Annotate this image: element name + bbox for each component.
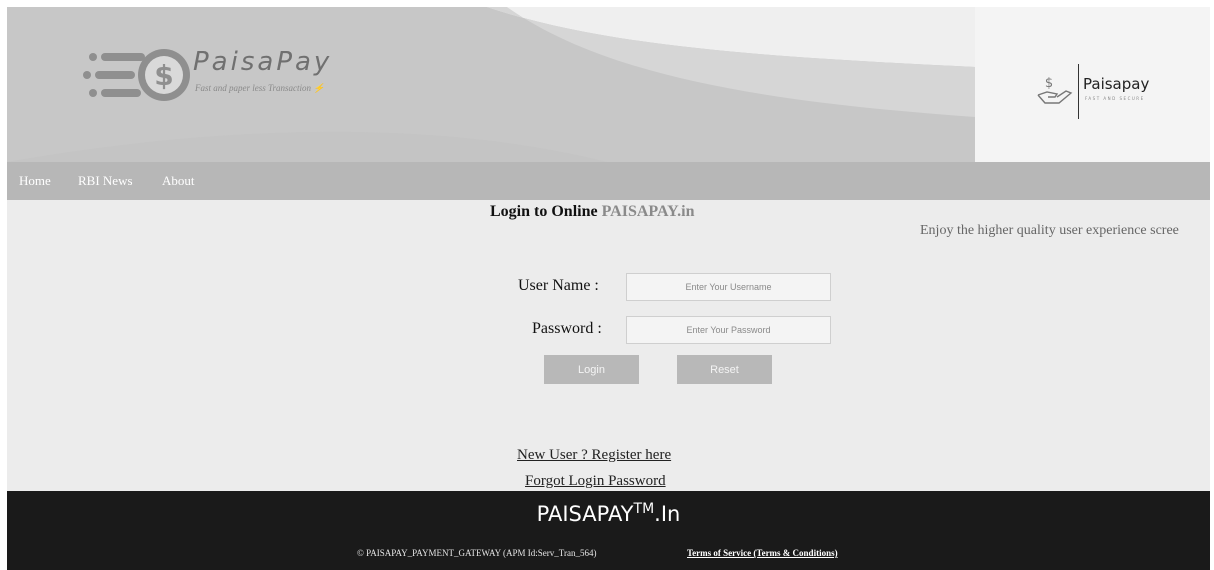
logo-title: PaisaPay — [193, 47, 333, 77]
copyright-text: © PAISAPAY_PAYMENT_GATEWAY (APM Id:Serv_… — [357, 548, 597, 558]
footer-brand-name: PAISAPAY — [536, 502, 634, 526]
logo-tagline: Fast and paper less Transaction ⚡ — [195, 83, 325, 93]
footer-brand-suffix: .In — [654, 502, 681, 526]
page-frame: $ PaisaPay Fast and paper less Transacti… — [7, 7, 1210, 570]
brand-tagline: FAST AND SECURE — [1085, 96, 1145, 101]
svg-text:$: $ — [1045, 76, 1053, 91]
username-label: User Name : — [518, 277, 599, 294]
nav-rbi-news[interactable]: RBI News — [78, 173, 133, 189]
reset-button[interactable]: Reset — [677, 355, 772, 384]
terms-link[interactable]: Terms of Service (Terms & Conditions) — [687, 548, 838, 558]
svg-text:$: $ — [154, 59, 173, 92]
brand-name: Paisapay — [1083, 75, 1150, 93]
footer-brand-tm: TM — [633, 501, 655, 517]
dollar-coin-logo-icon: $ — [83, 49, 190, 101]
footer-brand: PAISAPAYTM.In — [7, 501, 1210, 526]
header-banner: $ PaisaPay Fast and paper less Transacti… — [7, 7, 975, 162]
brand-box: $ Paisapay FAST AND SECURE — [975, 7, 1210, 162]
password-input[interactable] — [626, 316, 831, 344]
login-title-prefix: Login to Online — [490, 203, 602, 220]
login-title: Login to Online PAISAPAY.in — [490, 203, 695, 221]
password-label: Password : — [532, 320, 602, 337]
hand-dollar-icon: $ — [1037, 76, 1073, 104]
login-title-accent: PAISAPAY.in — [601, 203, 695, 220]
username-input[interactable] — [626, 273, 831, 301]
nav-home[interactable]: Home — [19, 173, 51, 189]
login-button[interactable]: Login — [544, 355, 639, 384]
paisapay-logo[interactable]: $ PaisaPay Fast and paper less Transacti… — [67, 45, 357, 105]
marquee-text: Enjoy the higher quality user experience… — [920, 223, 1179, 238]
footer: PAISAPAYTM.In © PAISAPAY_PAYMENT_GATEWAY… — [7, 491, 1210, 570]
register-link[interactable]: New User ? Register here — [517, 447, 671, 464]
brand-divider — [1078, 64, 1079, 119]
forgot-password-link[interactable]: Forgot Login Password — [525, 473, 666, 490]
top-nav: Home RBI News About — [7, 162, 1210, 200]
nav-about[interactable]: About — [162, 173, 195, 189]
